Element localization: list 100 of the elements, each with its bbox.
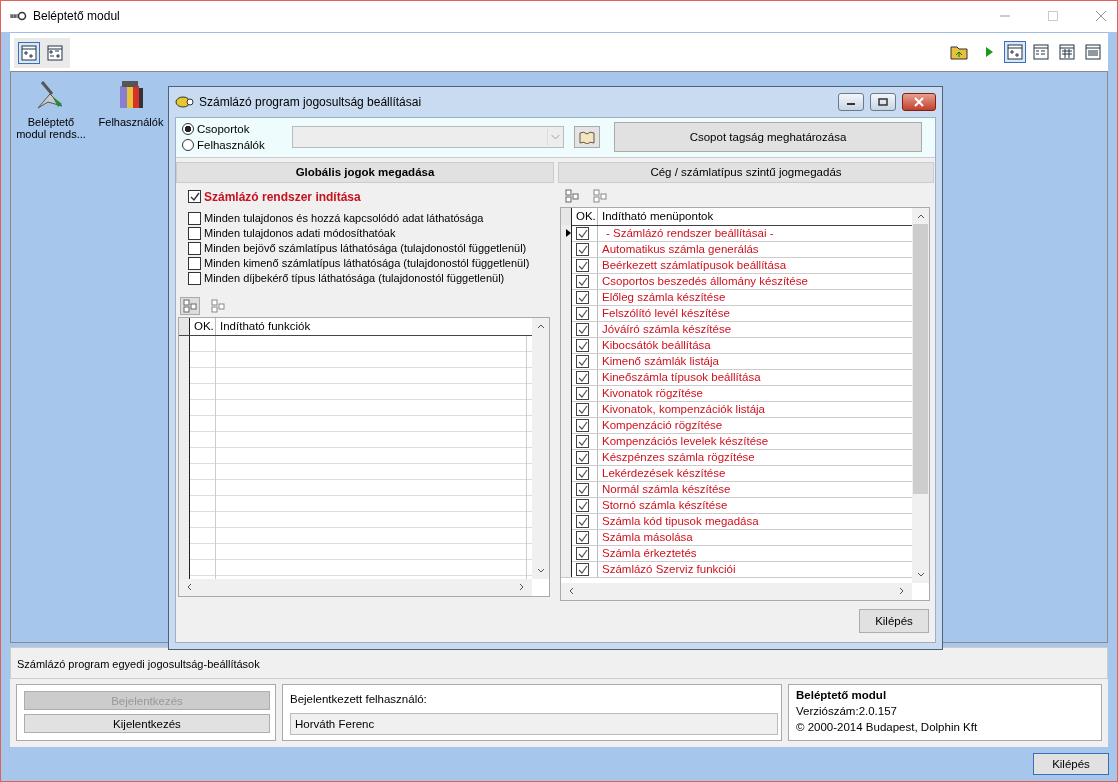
group-membership-button[interactable]: Csopot tagság meghatározása bbox=[614, 122, 922, 153]
row-checkbox[interactable] bbox=[576, 466, 589, 480]
checkmark-icon bbox=[577, 403, 588, 415]
checkmark-icon bbox=[577, 419, 588, 431]
logout-button[interactable]: Kijelentkezés bbox=[24, 714, 270, 734]
checkmark-icon bbox=[577, 435, 588, 447]
checkmark-icon bbox=[577, 291, 588, 303]
row-checkbox[interactable] bbox=[576, 434, 589, 448]
table-cell[interactable]: Számla kód tipusok megadása bbox=[598, 515, 759, 528]
table-cell[interactable]: - Számlázó rendszer beállításai - bbox=[598, 227, 774, 240]
row-header-cell[interactable] bbox=[561, 225, 572, 242]
table-cell[interactable]: Kompenzációs levelek készítése bbox=[598, 435, 769, 448]
row-checkbox[interactable] bbox=[576, 274, 589, 288]
table-cell[interactable]: Automatikus számla generálás bbox=[598, 243, 759, 256]
checkbox-option[interactable]: Minden tulajdonos és hozzá kapcsolódó adat láthatósága bbox=[176, 211, 554, 225]
checkbox-option[interactable]: Minden tulajdonos adati módosíthatóak bbox=[176, 226, 554, 240]
checkbox-option[interactable]: Minden kimenő számlatípus láthatósága (tulajdonostól függetlenül) bbox=[176, 256, 554, 270]
row-checkbox[interactable] bbox=[576, 482, 589, 496]
row-checkbox[interactable] bbox=[576, 338, 589, 352]
uncheck-all-button[interactable] bbox=[208, 296, 228, 315]
table-cell[interactable]: Számla másolása bbox=[598, 531, 693, 544]
row-checkbox[interactable] bbox=[576, 562, 589, 576]
scroll-left-icon[interactable] bbox=[567, 586, 575, 597]
row-checkbox[interactable] bbox=[576, 258, 589, 272]
table-cell[interactable]: Előleg számla készítése bbox=[598, 291, 726, 304]
row-checkbox[interactable] bbox=[576, 402, 589, 416]
row-checkbox[interactable] bbox=[576, 386, 589, 400]
close-icon[interactable] bbox=[1095, 10, 1107, 23]
checkmark-icon bbox=[577, 451, 588, 463]
checkbox-option[interactable]: Számlázó rendszer indítása bbox=[176, 189, 554, 204]
table-cell[interactable]: Számla érkeztetés bbox=[598, 547, 697, 560]
view-button[interactable] bbox=[18, 41, 40, 64]
row-checkbox[interactable] bbox=[576, 370, 589, 384]
desktop-icon-label[interactable]: Felhasználók bbox=[95, 115, 167, 128]
scroll-right-icon[interactable] bbox=[518, 582, 526, 593]
scrollbar-thumb[interactable] bbox=[913, 223, 928, 494]
table-cell[interactable]: Csoportos beszedés állomány készítése bbox=[598, 275, 808, 288]
row-checkbox[interactable] bbox=[576, 322, 589, 336]
desktop-icon-label[interactable]: Beléptető modul rends... bbox=[15, 115, 87, 140]
radio-option[interactable]: Csoportok bbox=[182, 123, 282, 136]
row-checkbox[interactable] bbox=[576, 354, 589, 368]
table-cell[interactable]: Kimenő számlák listája bbox=[598, 355, 719, 368]
row-checkbox[interactable] bbox=[576, 226, 589, 240]
check-all-button[interactable] bbox=[562, 186, 582, 205]
vertical-scrollbar[interactable] bbox=[532, 317, 549, 579]
checkmark-icon bbox=[577, 531, 588, 543]
view-button[interactable] bbox=[1004, 40, 1026, 63]
checkmark-icon bbox=[577, 227, 588, 239]
row-checkbox[interactable] bbox=[576, 242, 589, 256]
checkmark-icon bbox=[577, 307, 588, 319]
scroll-right-icon[interactable] bbox=[898, 586, 906, 597]
checkmark-icon bbox=[189, 191, 200, 203]
row-checkbox[interactable] bbox=[576, 418, 589, 432]
empty-checkboxes-icon bbox=[592, 187, 608, 204]
row-header-cell[interactable] bbox=[561, 561, 572, 578]
radio-option[interactable]: Felhasználók bbox=[182, 139, 282, 152]
row-checkbox[interactable] bbox=[576, 290, 589, 304]
exit-button[interactable]: Kilépés bbox=[1033, 753, 1109, 776]
table-cell[interactable]: Kivonatok, kompenzációk listája bbox=[598, 403, 765, 416]
row-checkbox[interactable] bbox=[576, 530, 589, 544]
table-cell[interactable]: Kivonatok rögzítése bbox=[598, 387, 703, 400]
row-checkbox[interactable] bbox=[576, 498, 589, 512]
checkmark-icon bbox=[577, 563, 588, 575]
maximize-button[interactable] bbox=[870, 92, 896, 111]
row-checkbox[interactable] bbox=[576, 450, 589, 464]
table-cell[interactable]: Felszólító levél készítése bbox=[598, 307, 730, 320]
table-cell[interactable]: Beérkezett számlatípusok beállítása bbox=[598, 259, 787, 272]
check-all-button[interactable] bbox=[180, 296, 200, 315]
checkmark-icon bbox=[577, 323, 588, 335]
checkmark-icon bbox=[577, 371, 588, 383]
folder-icon[interactable] bbox=[950, 43, 968, 60]
table-cell[interactable]: Számlázó Szerviz funkciói bbox=[598, 563, 736, 576]
play-icon[interactable] bbox=[984, 45, 994, 58]
row-checkbox[interactable] bbox=[576, 306, 589, 320]
table-cell[interactable]: Stornó számla készítése bbox=[598, 499, 728, 512]
table-cell[interactable]: Kineőszámla típusok beállítása bbox=[598, 371, 761, 384]
window-icon bbox=[1007, 43, 1023, 60]
table-cell[interactable]: Kompenzáció rögzítése bbox=[598, 419, 723, 432]
column-header: OK. bbox=[190, 317, 216, 335]
row-checkbox[interactable] bbox=[576, 514, 589, 528]
section-header: Cég / számlatípus szintű jogmegadás bbox=[558, 161, 934, 183]
table-cell[interactable]: Lekérdezések készítése bbox=[598, 467, 726, 480]
row-checkbox[interactable] bbox=[576, 546, 589, 560]
close-button[interactable] bbox=[902, 92, 936, 111]
scroll-down-icon[interactable] bbox=[535, 566, 546, 575]
scroll-down-icon[interactable] bbox=[915, 570, 926, 579]
minimize-button[interactable] bbox=[838, 92, 864, 111]
horizontal-scrollbar[interactable] bbox=[561, 582, 912, 600]
checkbox-option[interactable]: Minden bejövő számlatípus láthatósága (tulajdonostól függetlenül) bbox=[176, 241, 554, 255]
uncheck-all-button[interactable] bbox=[590, 186, 610, 205]
table-cell[interactable]: Jóváíró számla készítése bbox=[598, 323, 732, 336]
vertical-scrollbar[interactable] bbox=[912, 207, 929, 583]
table-cell[interactable]: Készpénzes számla rögzítése bbox=[598, 451, 755, 464]
scroll-left-icon[interactable] bbox=[185, 582, 193, 593]
checkbox-option[interactable]: Minden díjbekérő típus láthatósága (tulajdonostól függetlenül) bbox=[176, 271, 554, 285]
book-button[interactable] bbox=[574, 126, 600, 149]
table-cell[interactable]: Kibocsátók beállítása bbox=[598, 339, 711, 352]
table-cell[interactable]: Normál számla készítése bbox=[598, 483, 731, 496]
exit-button[interactable]: Kilépés bbox=[859, 608, 929, 633]
book-icon bbox=[579, 130, 595, 145]
